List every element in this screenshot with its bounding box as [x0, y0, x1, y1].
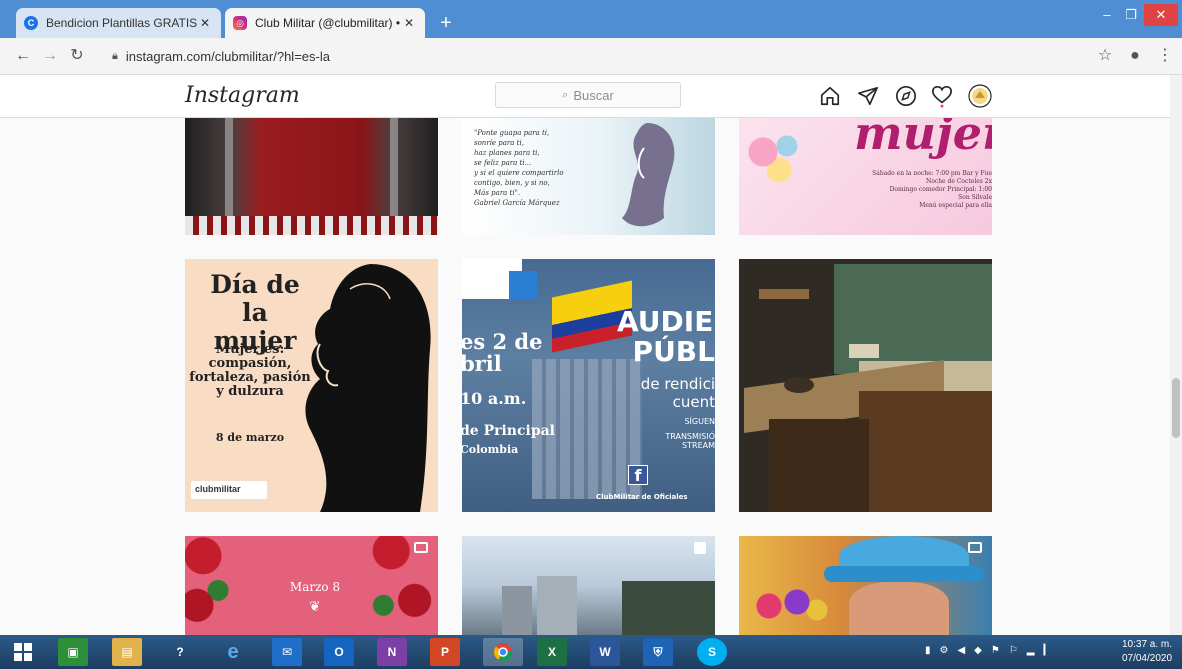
wall-shelf [759, 289, 809, 299]
store-icon[interactable]: ▣ [58, 638, 88, 666]
carpet-pattern [185, 216, 438, 235]
paper-flowers-decoration [739, 128, 819, 188]
home-icon[interactable] [818, 84, 842, 108]
dia-date: 8 de marzo [215, 431, 285, 444]
search-icon: ⌕ [562, 88, 569, 101]
new-tab-button[interactable]: + [435, 12, 457, 34]
tab-title: Bendicion Plantillas GRATIS - Pla [46, 16, 197, 30]
tab-club-militar[interactable]: ◎ Club Militar (@clubmilitar) • Foto ✕ [225, 8, 425, 38]
trees [622, 581, 715, 635]
poem-text: "Ponte guapa para ti, sonríe para ti, ha… [474, 129, 564, 207]
flower-crown [749, 586, 829, 626]
help-icon[interactable]: ? [165, 638, 195, 666]
address-bar[interactable]: 🔒︎ instagram.com/clubmilitar/?hl=es-la [100, 43, 1100, 70]
page-scrollbar-track[interactable] [1170, 75, 1182, 635]
outlook-icon[interactable]: O [324, 638, 354, 666]
video-icon [968, 542, 982, 553]
taskbar-clock[interactable]: 10:37 a. m. 07/04/2020 [1115, 638, 1179, 666]
building [502, 586, 532, 635]
woman-silhouette-illustration [622, 123, 675, 227]
bookmark-star-icon[interactable]: ☆ [1095, 46, 1115, 66]
post-red-carpet[interactable] [185, 118, 438, 235]
post-audiencia-publica[interactable]: es 2 de bril 10 a.m. de Principal Colomb… [462, 259, 715, 512]
chrome-taskbar-icon[interactable] [483, 638, 523, 666]
audiencia-time: 10 a.m. [462, 389, 527, 408]
carousel-icon [694, 542, 706, 554]
post-city-view[interactable] [462, 536, 715, 635]
face [849, 582, 949, 635]
post-poem[interactable]: "Ponte guapa para ti, sonríe para ti, ha… [462, 118, 715, 235]
post-dia-mujer-menu[interactable]: mujer Sábado en la noche: 7:00 pm Bar y … [739, 118, 992, 235]
mujer-title: mujer [854, 118, 992, 160]
flower-ornament-icon: ❦ [309, 598, 321, 614]
onenote-icon[interactable]: N [377, 638, 407, 666]
browser-tab-strip: C Bendicion Plantillas GRATIS - Pla ✕ ◎ … [0, 0, 1182, 38]
table-legs [769, 419, 869, 512]
system-tray-icons[interactable]: ▮⚙◀◆⚑⚐▂▎ [925, 645, 1060, 656]
forward-arrow-icon[interactable]: → [40, 46, 60, 66]
tab-close-icon[interactable]: ✕ [401, 16, 417, 30]
wall-outlet [849, 344, 879, 358]
skype-icon[interactable]: S [697, 638, 727, 666]
lock-icon: 🔒︎ [112, 50, 118, 62]
logo-mark [509, 271, 537, 299]
instagram-header: Instagram ⌕ Buscar [0, 75, 1170, 118]
post-massage-room[interactable] [739, 259, 992, 512]
browser-toolbar: ← → ↻ 🔒︎ instagram.com/clubmilitar/?hl=e… [0, 38, 1182, 75]
url-text: instagram.com/clubmilitar/?hl=es-la [125, 49, 330, 64]
tab-bendicion[interactable]: C Bendicion Plantillas GRATIS - Pla ✕ [16, 8, 221, 38]
audiencia-right-text: AUDIEN PÚBL de rendici cuent SÍGUEN TRAN… [617, 305, 715, 451]
marzo-text: Marzo 8 [289, 580, 341, 594]
chrome-favicon-icon: C [24, 16, 38, 30]
mail-icon[interactable]: ✉ [272, 638, 302, 666]
restore-icon[interactable]: ❐ [1120, 4, 1142, 26]
post-party-hats[interactable] [739, 536, 992, 635]
tab-close-icon[interactable]: ✕ [197, 16, 213, 30]
instagram-favicon-icon: ◎ [233, 16, 247, 30]
audiencia-country: Colombia [462, 443, 519, 456]
facebook-icon: f [628, 465, 648, 485]
menu-dots-icon[interactable]: ⋮ [1155, 46, 1175, 66]
excel-icon[interactable]: X [537, 638, 567, 666]
explore-compass-icon[interactable] [894, 84, 918, 108]
page-scrollbar-thumb[interactable] [1172, 378, 1180, 438]
profile-avatar[interactable] [968, 84, 992, 108]
word-icon[interactable]: W [590, 638, 620, 666]
audiencia-place: de Principal [462, 423, 555, 439]
audiencia-footer: ClubMilitar de Oficiales [596, 493, 688, 501]
post-dia-de-la-mujer[interactable]: Día de la mujer Mujer es: compasión, for… [185, 259, 438, 512]
dia-subtitle: Mujer es: compasión, fortaleza, pasión y… [189, 342, 311, 399]
minimize-icon[interactable]: – [1096, 4, 1118, 26]
file-explorer-icon[interactable]: ▤ [112, 638, 142, 666]
direct-message-icon[interactable] [856, 84, 880, 108]
profile-icon[interactable]: ● [1125, 46, 1145, 66]
defender-shield-icon[interactable]: ⛨ [643, 638, 673, 666]
back-arrow-icon[interactable]: ← [13, 46, 33, 66]
mujer-menu-text: Sábado en la noche: 7:00 pm Bar y Fue No… [872, 170, 992, 209]
activity-heart-icon[interactable] [930, 84, 954, 108]
window-close-icon[interactable]: ✕ [1144, 4, 1178, 26]
windows-start-icon[interactable] [8, 638, 38, 666]
tab-title: Club Militar (@clubmilitar) • Foto [255, 16, 401, 30]
clubmilitar-logo: clubmilitar [191, 481, 267, 499]
instagram-logo[interactable]: Instagram [185, 83, 300, 108]
reload-icon[interactable]: ↻ [67, 46, 87, 66]
audiencia-left-text: es 2 de bril [462, 329, 543, 376]
tulips-left [185, 536, 245, 635]
post-marzo-8[interactable]: Marzo 8 ❦ [185, 536, 438, 635]
video-icon [414, 542, 428, 553]
hat-brim [824, 566, 984, 582]
search-placeholder: Buscar [573, 87, 614, 103]
clock-time: 10:37 a. m. [1121, 639, 1173, 650]
windows-taskbar: ▣ ▤ ? e ✉ O N P X W ⛨ S ▮⚙◀◆⚑⚐▂▎ 10:37 a… [0, 635, 1182, 669]
clock-date: 07/04/2020 [1121, 653, 1173, 664]
search-input[interactable]: ⌕ Buscar [495, 82, 681, 108]
internet-explorer-icon[interactable]: e [218, 638, 248, 666]
wood-cabinet [859, 391, 992, 512]
face-hole [784, 377, 814, 393]
building [537, 576, 577, 635]
powerpoint-icon[interactable]: P [430, 638, 460, 666]
